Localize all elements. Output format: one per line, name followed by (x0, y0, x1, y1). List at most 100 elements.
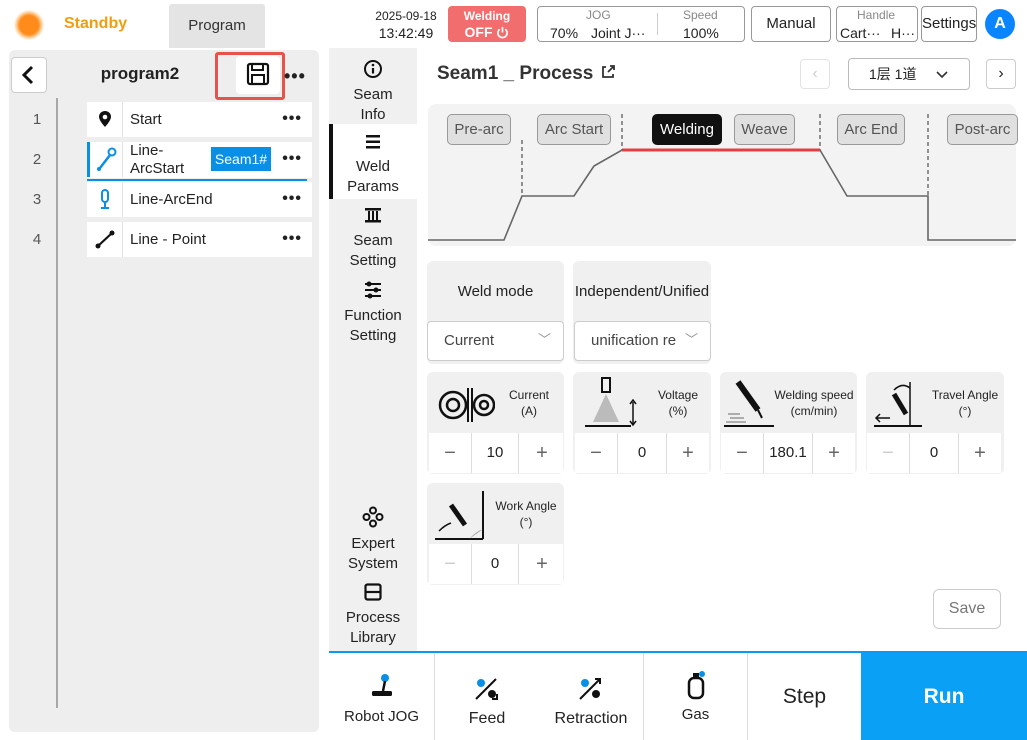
row-number: 4 (32, 231, 42, 248)
avatar[interactable]: A (985, 9, 1015, 39)
chevron-left-icon (21, 65, 34, 85)
plus-icon[interactable]: + (521, 544, 563, 584)
arc-end-icon (87, 182, 123, 217)
seam-tag[interactable]: Seam1# (211, 147, 271, 171)
handle-panel[interactable]: Handle Cart··· H··· (836, 6, 918, 42)
list-item-label: Start (130, 111, 162, 128)
timeline-line (56, 98, 58, 708)
phase-post-arc[interactable]: Post-arc (947, 114, 1018, 145)
next-layer-button[interactable]: › (986, 59, 1016, 89)
current-value[interactable]: 10 (471, 433, 519, 473)
feed-button[interactable]: Feed (435, 653, 539, 740)
phase-pre-arc[interactable]: Pre-arc (447, 114, 511, 145)
travel-angle-label: Travel Angle (°) (931, 388, 999, 418)
step-button[interactable]: Step (748, 653, 861, 740)
welding-speed-value[interactable]: 180.1 (763, 433, 813, 473)
retraction-label: Retraction (554, 710, 628, 727)
jog-mode: Joint J··· (591, 25, 646, 41)
independent-unified-select[interactable]: unification re ﹀ (574, 321, 711, 361)
current-stepper[interactable]: − 10 + (429, 433, 563, 473)
welding-speed-stepper[interactable]: − 180.1 + (721, 433, 855, 473)
work-angle-label: Work Angle (°) (495, 499, 557, 529)
row-number: 1 (32, 111, 42, 128)
line-segment-icon (87, 222, 123, 257)
plus-icon[interactable]: + (667, 433, 709, 473)
chevron-down-icon (936, 71, 948, 79)
work-angle-stepper[interactable]: − 0 + (429, 544, 563, 584)
external-link-icon[interactable] (599, 63, 617, 81)
gas-button[interactable]: Gas (644, 653, 748, 740)
tab-program[interactable]: Program (169, 4, 265, 48)
voltage-value[interactable]: 0 (617, 433, 667, 473)
voltage-stepper[interactable]: − 0 + (575, 433, 709, 473)
manual-mode-button[interactable]: Manual (751, 6, 831, 42)
phase-arc-start[interactable]: Arc Start (537, 114, 611, 145)
minus-icon[interactable]: − (429, 433, 471, 473)
list-lines-icon (366, 135, 380, 149)
independent-unified-label: Independent/Unified (574, 283, 710, 300)
jog-percent: 70% (550, 25, 579, 41)
nav-expert-system[interactable]: Expert System (329, 506, 417, 574)
minus-icon[interactable]: − (721, 433, 763, 473)
handle-value-cart: Cart··· (840, 25, 881, 41)
nav-label: Weld Params (347, 158, 399, 195)
speed-label: Speed (683, 8, 718, 22)
retraction-button[interactable]: Retraction (539, 653, 644, 740)
weld-mode-select[interactable]: Current ﹀ (427, 321, 564, 361)
list-item-label: Line-ArcEnd (130, 191, 213, 208)
work-angle-value[interactable]: 0 (471, 544, 519, 584)
expert-network-icon (362, 506, 384, 528)
list-item-label: Line- ArcStart (130, 142, 185, 177)
phase-waveform (428, 114, 1016, 241)
highlight-frame (215, 52, 285, 100)
list-item-line-point[interactable]: Line - Point ••• (87, 222, 312, 257)
minus-icon[interactable]: − (429, 544, 471, 584)
plus-icon[interactable]: + (813, 433, 855, 473)
row-more-icon[interactable]: ••• (282, 230, 302, 248)
prev-layer-button[interactable]: ‹ (800, 59, 830, 89)
row-more-icon[interactable]: ••• (282, 190, 302, 208)
nav-label: Process Library (345, 609, 401, 646)
row-more-icon[interactable]: ••• (282, 150, 302, 168)
list-item-line-arcstart[interactable]: Line- ArcStart Seam1# ••• (87, 142, 312, 178)
phase-welding[interactable]: Welding (652, 114, 722, 145)
travel-angle-value[interactable]: 0 (909, 433, 959, 473)
nav-weld-params[interactable]: Weld Params (329, 124, 417, 199)
speed-value: 100% (683, 25, 719, 41)
voltage-torch-icon (585, 377, 637, 427)
back-button[interactable] (11, 57, 47, 93)
selected-row-underline (87, 179, 307, 181)
travel-angle-stepper[interactable]: − 0 + (867, 433, 1001, 473)
settings-button[interactable]: Settings (921, 6, 977, 42)
handle-label: Handle (857, 8, 896, 22)
row-more-icon[interactable]: ••• (282, 110, 302, 128)
layer-select[interactable]: 1层 1道 (848, 58, 970, 90)
time-text: 13:42:49 (378, 25, 434, 41)
minus-icon[interactable]: − (575, 433, 617, 473)
minus-icon[interactable]: − (867, 433, 909, 473)
plus-icon[interactable]: + (959, 433, 1001, 473)
nav-function-setting[interactable]: Function Setting (329, 280, 417, 348)
nav-process-library[interactable]: Process Library (329, 582, 417, 650)
datetime: 2025-09-18 13:42:49 (366, 8, 446, 42)
phase-weave[interactable]: Weave (734, 114, 795, 145)
voltage-label: Voltage (%) (657, 388, 699, 418)
robot-jog-button[interactable]: Robot JOG (329, 653, 435, 740)
list-item-start[interactable]: Start ••• (87, 102, 312, 137)
run-button[interactable]: Run (861, 653, 1027, 740)
program-name: program2 (100, 64, 180, 83)
jog-speed-panel[interactable]: JOG 70% Joint J··· Speed 100% (537, 6, 745, 42)
location-pin-icon (87, 102, 123, 137)
library-box-icon (364, 583, 382, 601)
nav-seam-info[interactable]: Seam Info (329, 56, 417, 124)
work-angle-icon (435, 491, 484, 540)
nav-seam-setting[interactable]: Seam Setting (329, 205, 417, 273)
list-item-line-arcend[interactable]: Line-ArcEnd ••• (87, 182, 312, 217)
welding-speed-label: Welding speed (cm/min) (774, 388, 854, 418)
plus-icon[interactable]: + (521, 433, 563, 473)
phase-arc-end[interactable]: Arc End (837, 114, 905, 145)
current-label: Current (A) (508, 388, 549, 418)
welding-toggle-button[interactable]: Welding OFF (448, 6, 526, 42)
save-button[interactable]: Save (933, 589, 1001, 629)
more-options-icon[interactable]: ••• (284, 66, 306, 87)
